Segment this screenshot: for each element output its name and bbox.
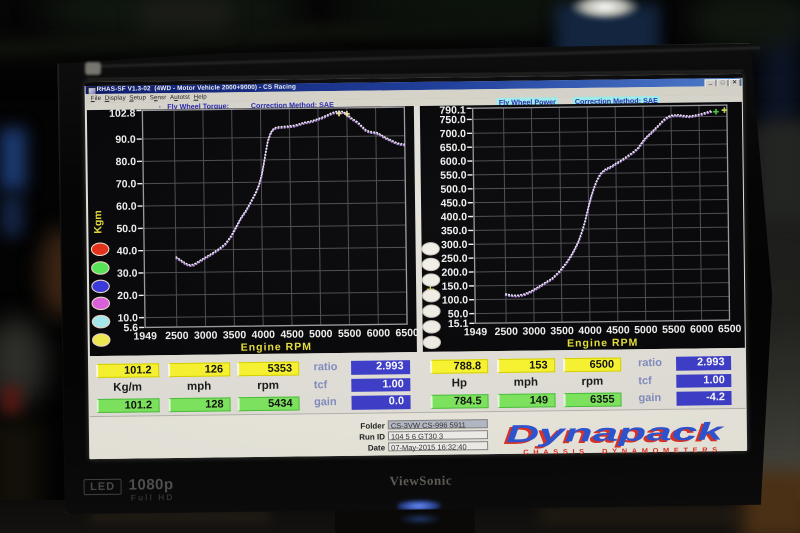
svg-text:102.8: 102.8 xyxy=(109,108,136,120)
svg-text:1949: 1949 xyxy=(133,330,157,342)
svg-text:5500: 5500 xyxy=(338,328,362,340)
svg-text:4000: 4000 xyxy=(578,325,602,337)
svg-text:350.0: 350.0 xyxy=(441,225,468,237)
svg-text:3000: 3000 xyxy=(194,330,218,342)
svg-text:Kgm: Kgm xyxy=(92,210,104,233)
svg-text:20.0: 20.0 xyxy=(117,290,138,302)
svg-text:2500: 2500 xyxy=(495,326,519,338)
svg-text:700.0: 700.0 xyxy=(440,128,467,140)
svg-text:100.0: 100.0 xyxy=(442,294,469,306)
svg-text:3500: 3500 xyxy=(223,329,247,341)
svg-text:3500: 3500 xyxy=(550,325,574,337)
svg-text:5000: 5000 xyxy=(634,324,658,336)
svg-text:6500: 6500 xyxy=(395,327,419,339)
svg-text:2500: 2500 xyxy=(165,330,189,342)
svg-text:250.0: 250.0 xyxy=(441,253,468,265)
svg-text:6500: 6500 xyxy=(718,323,742,335)
svg-text:650.0: 650.0 xyxy=(440,142,467,154)
svg-text:Engine RPM: Engine RPM xyxy=(567,337,638,350)
svg-text:300.0: 300.0 xyxy=(441,239,468,251)
svg-text:450.0: 450.0 xyxy=(441,197,468,209)
svg-text:50.0: 50.0 xyxy=(116,223,137,235)
svg-text:30.0: 30.0 xyxy=(117,268,138,280)
svg-text:400.0: 400.0 xyxy=(441,211,468,223)
svg-text:80.0: 80.0 xyxy=(116,156,137,168)
svg-text:60.0: 60.0 xyxy=(116,201,137,213)
svg-text:3000: 3000 xyxy=(522,325,546,337)
svg-text:5500: 5500 xyxy=(662,324,686,336)
svg-text:4500: 4500 xyxy=(606,324,630,336)
svg-text:40.0: 40.0 xyxy=(117,245,138,257)
svg-text:150.0: 150.0 xyxy=(442,280,469,292)
svg-text:4500: 4500 xyxy=(280,328,304,340)
svg-text:5000: 5000 xyxy=(309,328,333,340)
svg-text:200.0: 200.0 xyxy=(441,267,468,279)
svg-text:90.0: 90.0 xyxy=(115,134,136,146)
svg-text:750.0: 750.0 xyxy=(439,114,466,126)
svg-text:1949: 1949 xyxy=(464,326,488,338)
svg-text:600.0: 600.0 xyxy=(440,156,467,168)
svg-text:70.0: 70.0 xyxy=(116,178,137,190)
svg-text:6000: 6000 xyxy=(367,327,391,339)
svg-text:6000: 6000 xyxy=(690,323,714,335)
svg-text:4000: 4000 xyxy=(252,329,276,341)
svg-text:500.0: 500.0 xyxy=(440,183,467,195)
svg-text:550.0: 550.0 xyxy=(440,169,467,181)
svg-text:Engine RPM: Engine RPM xyxy=(241,341,312,354)
